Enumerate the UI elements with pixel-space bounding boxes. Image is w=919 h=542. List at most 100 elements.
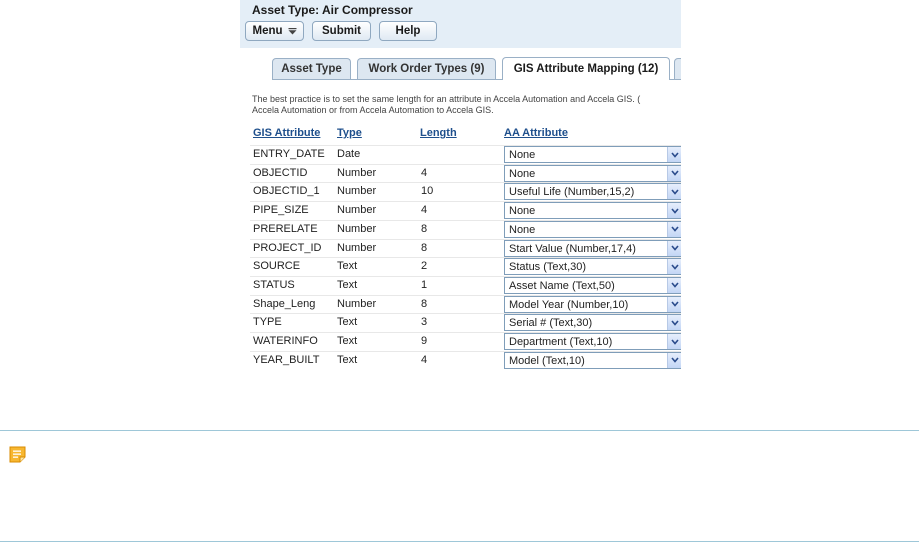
menu-button-label: Menu — [252, 25, 283, 37]
aa-attribute-select[interactable]: None — [504, 146, 681, 163]
aa-attribute-value: Model Year (Number,10) — [509, 298, 629, 311]
chevron-down-icon[interactable] — [667, 352, 681, 368]
type-cell: Number — [337, 166, 377, 179]
tab-asset-type[interactable]: Asset Type — [272, 58, 351, 79]
gis-attribute-cell: STATUS — [253, 278, 295, 291]
best-practice-line2: Accela Automation or from Accela Automat… — [252, 105, 494, 115]
aa-attribute-select[interactable]: Model (Text,10) — [504, 351, 681, 369]
table-row: OBJECTID Number 4 None — [250, 163, 681, 183]
chevron-down-icon[interactable] — [667, 165, 681, 181]
type-cell: Text — [337, 335, 358, 347]
aa-attribute-value: None — [509, 149, 536, 161]
aa-attribute-value: None — [509, 205, 536, 218]
aa-attribute-select[interactable]: Model Year (Number,10) — [504, 295, 681, 313]
table-row: TYPE Text 3 Serial # (Text,30) — [250, 313, 681, 332]
type-cell: Text — [337, 260, 358, 273]
aa-attribute-select[interactable]: None — [504, 220, 681, 238]
column-header-length[interactable]: Length — [420, 127, 457, 139]
chevron-down-icon[interactable] — [667, 221, 681, 237]
gis-attribute-cell: TYPE — [253, 316, 282, 329]
table-row: PRERELATE Number 8 None — [250, 219, 681, 239]
page-title: Asset Type: Air Compressor — [252, 3, 413, 17]
type-cell: Text — [337, 278, 358, 291]
chevron-down-icon[interactable] — [667, 147, 681, 162]
aa-attribute-select[interactable]: Start Value (Number,17,4) — [504, 239, 681, 257]
table-row: STATUS Text 1 Asset Name (Text,50) — [250, 275, 681, 295]
aa-attribute-value: Asset Name (Text,50) — [509, 279, 615, 292]
table-row: YEAR_BUILT Text 4 Model (Text,10) — [250, 350, 681, 370]
type-cell: Number — [337, 204, 377, 217]
note-top-divider — [0, 430, 919, 431]
gis-attribute-cell: SOURCE — [253, 260, 301, 273]
table-row: WATERINFO Text 9 Department (Text,10) — [250, 332, 681, 351]
gis-attribute-cell: Shape_Leng — [253, 297, 316, 310]
menu-dropdown-icon — [288, 27, 297, 35]
table-row: ENTRY_DATE Date None — [250, 145, 681, 164]
chevron-down-icon[interactable] — [667, 240, 681, 256]
gis-attribute-cell: WATERINFO — [253, 335, 318, 347]
length-cell: 3 — [421, 316, 428, 329]
table-row: PIPE_SIZE Number 4 None — [250, 201, 681, 220]
gis-attribute-cell: PRERELATE — [253, 222, 318, 235]
length-cell: 8 — [421, 297, 428, 310]
page-header: Asset Type: Air Compressor Menu Submit H… — [240, 0, 681, 48]
chevron-down-icon[interactable] — [667, 277, 681, 293]
length-cell: 10 — [421, 185, 434, 198]
aa-attribute-value: Start Value (Number,17,4) — [509, 242, 636, 255]
aa-attribute-select[interactable]: None — [504, 202, 681, 220]
gis-attribute-cell: ENTRY_DATE — [253, 148, 325, 160]
aa-attribute-value: Useful Life (Number,15,2) — [509, 186, 635, 199]
chevron-down-icon[interactable] — [667, 315, 681, 331]
length-cell: 4 — [421, 166, 428, 179]
chevron-down-icon[interactable] — [667, 334, 681, 349]
aa-attribute-select[interactable]: Serial # (Text,30) — [504, 314, 681, 332]
length-cell: 9 — [421, 335, 428, 347]
column-header-type[interactable]: Type — [337, 127, 362, 139]
screenshot-panel: Asset Type: Air Compressor Menu Submit H… — [240, 0, 681, 375]
chevron-down-icon[interactable] — [667, 184, 681, 200]
type-cell: Date — [337, 148, 361, 160]
column-header-gis-attribute[interactable]: GIS Attribute — [253, 127, 320, 139]
aa-attribute-value: None — [509, 223, 536, 236]
gis-attribute-cell: YEAR_BUILT — [253, 353, 320, 366]
gis-attribute-cell: OBJECTID_1 — [253, 185, 320, 198]
gis-attribute-cell: PROJECT_ID — [253, 241, 322, 254]
note-icon — [9, 446, 26, 468]
length-cell: 4 — [421, 204, 428, 217]
aa-attribute-select[interactable]: Asset Name (Text,50) — [504, 276, 681, 294]
aa-attribute-value: Department (Text,10) — [509, 336, 613, 348]
tab-gis-attribute-mapping[interactable]: GIS Attribute Mapping (12) — [502, 57, 670, 80]
aa-attribute-value: Model (Text,10) — [509, 354, 585, 367]
aa-attribute-select[interactable]: Useful Life (Number,15,2) — [504, 183, 681, 201]
aa-attribute-select[interactable]: Status (Text,30) — [504, 258, 681, 276]
gis-attribute-cell: OBJECTID — [253, 166, 308, 179]
submit-button[interactable]: Submit — [312, 21, 371, 41]
tab-overflow[interactable] — [674, 58, 681, 79]
chevron-down-icon[interactable] — [667, 259, 681, 275]
chevron-down-icon[interactable] — [667, 296, 681, 312]
aa-attribute-value: None — [509, 167, 536, 180]
best-practice-line1: The best practice is to set the same len… — [252, 94, 641, 104]
table-row: OBJECTID_1 Number 10 Useful Life (Number,15… — [250, 182, 681, 201]
length-cell: 2 — [421, 260, 428, 273]
menu-button[interactable]: Menu — [245, 21, 304, 41]
help-button[interactable]: Help — [379, 21, 437, 41]
table-row: SOURCE Text 2 Status (Text,30) — [250, 257, 681, 276]
table-row: PROJECT_ID Number 8 Start Value (Number,17,… — [250, 238, 681, 258]
aa-attribute-value: Serial # (Text,30) — [509, 317, 593, 330]
type-cell: Text — [337, 353, 358, 366]
column-header-aa-attribute[interactable]: AA Attribute — [504, 127, 568, 139]
aa-attribute-select[interactable]: None — [504, 164, 681, 182]
best-practice-note: The best practice is to set the same len… — [252, 94, 681, 116]
aa-attribute-select[interactable]: Department (Text,10) — [504, 333, 681, 350]
type-cell: Text — [337, 316, 358, 329]
table-row: Shape_Leng Number 8 Model Year (Number,10) — [250, 294, 681, 314]
type-cell: Number — [337, 222, 377, 235]
length-cell: 8 — [421, 241, 428, 254]
tab-work-order-types[interactable]: Work Order Types (9) — [357, 58, 496, 79]
gis-attribute-cell: PIPE_SIZE — [253, 204, 309, 217]
length-cell: 1 — [421, 278, 428, 291]
length-cell: 4 — [421, 353, 428, 366]
chevron-down-icon[interactable] — [667, 203, 681, 219]
type-cell: Number — [337, 297, 377, 310]
